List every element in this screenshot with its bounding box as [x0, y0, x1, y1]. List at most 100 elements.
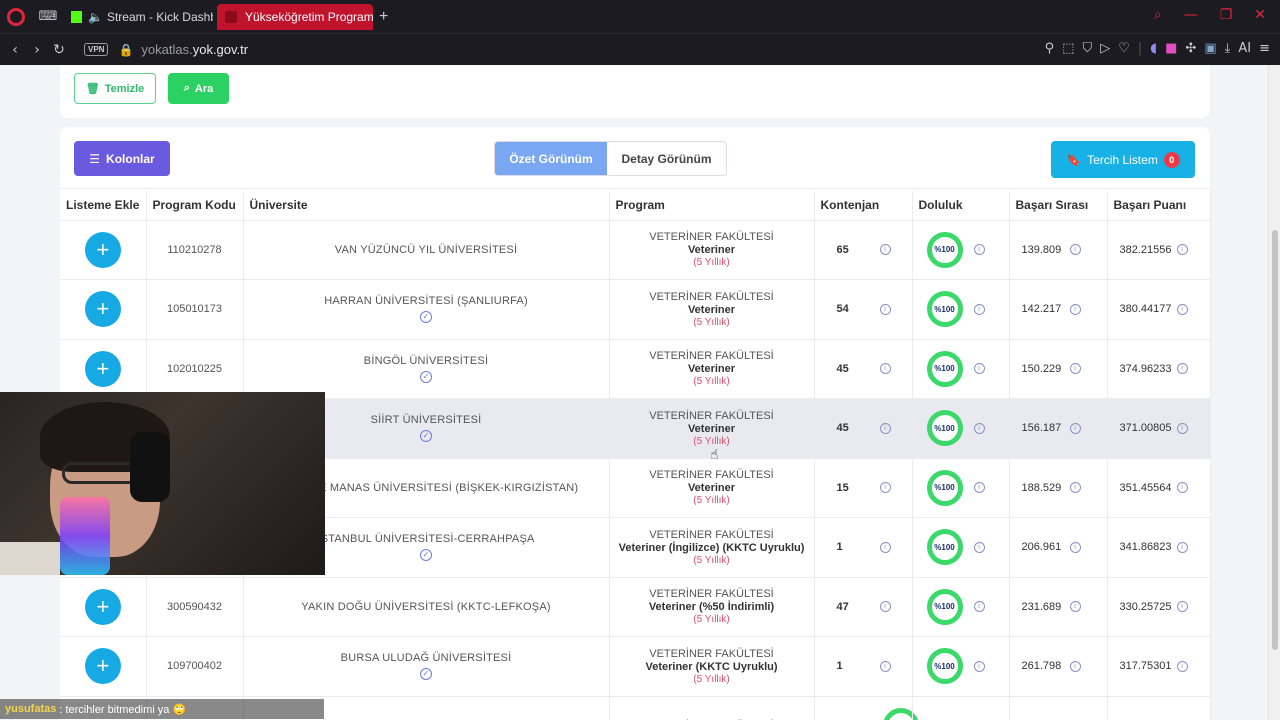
reload-icon[interactable]: ↻ — [48, 42, 70, 58]
close-icon[interactable]: ✕ — [1254, 7, 1266, 23]
faculty-name: VETERİNER FAKÜLTESİ — [649, 647, 774, 660]
forward-icon[interactable]: › — [26, 42, 48, 58]
kick-logo-icon — [71, 10, 82, 23]
column-header[interactable]: Üniversite — [243, 191, 610, 220]
info-icon[interactable]: i — [973, 422, 985, 434]
info-icon[interactable]: i — [879, 303, 891, 315]
column-header[interactable]: Başarı Sırası — [1009, 191, 1108, 220]
columns-button[interactable]: ☰ Kolonlar — [74, 141, 170, 176]
info-icon[interactable]: i — [1176, 541, 1188, 553]
table-row[interactable]: + 105010173 HARRAN ÜNİVERSİTESİ (ŞANLIUR… — [60, 279, 1211, 339]
lock-icon[interactable]: 🔒 — [118, 43, 133, 57]
search-icon[interactable]: ⌕ — [1154, 7, 1162, 23]
verified-check-icon: ✓ — [420, 311, 432, 324]
program-cell: VETERİNER FAKÜLTESİ Veteriner (5 Yıllık) — [609, 219, 815, 280]
rank-cell: 206.961 i — [1009, 517, 1108, 577]
info-icon[interactable]: i — [973, 660, 985, 672]
back-icon[interactable]: ‹ — [4, 42, 26, 58]
vpn-badge[interactable]: VPN — [84, 43, 109, 56]
tab-yok-atlas[interactable]: Yükseköğretim Program Atlası — [217, 3, 373, 30]
column-header[interactable]: Listeme Ekle — [60, 191, 147, 220]
snapshot-icon[interactable]: ⬚ — [1062, 41, 1074, 56]
pin-icon[interactable]: ⚲ — [1045, 41, 1055, 56]
quota-value: 65 — [836, 243, 849, 256]
info-icon[interactable]: i — [1176, 660, 1188, 672]
info-icon[interactable]: i — [1069, 541, 1081, 553]
success-score: 317.75301 — [1119, 660, 1172, 673]
info-icon[interactable]: i — [1176, 601, 1188, 613]
success-rank: 231.689 — [1021, 600, 1062, 613]
info-icon[interactable]: i — [1176, 482, 1188, 494]
maximize-icon[interactable]: ❐ — [1220, 7, 1233, 23]
info-icon[interactable]: i — [879, 363, 891, 375]
table-row[interactable]: + 300590432 YAKIN DOĞU ÜNİVERSİTESİ (KKT… — [60, 576, 1211, 637]
info-icon[interactable]: i — [973, 601, 985, 613]
info-icon[interactable]: i — [879, 601, 891, 613]
add-to-list-button[interactable]: + — [84, 231, 121, 268]
window-controls: ⌕ — ❐ ✕ — [1154, 7, 1266, 23]
info-icon[interactable]: i — [973, 244, 985, 256]
extension-pink-icon[interactable]: ■ — [1165, 41, 1177, 56]
shield-icon[interactable]: ⛉ — [1082, 41, 1092, 56]
clear-button[interactable]: 🗑 Temizle — [74, 73, 156, 104]
column-header[interactable]: Başarı Puanı — [1107, 191, 1211, 220]
info-icon[interactable]: i — [1176, 244, 1188, 256]
add-to-list-button[interactable]: + — [84, 648, 121, 685]
info-icon[interactable]: i — [973, 482, 985, 494]
new-tab-icon[interactable]: + — [379, 8, 388, 26]
detail-view-button[interactable]: Detay Görünüm — [607, 142, 726, 175]
verified-check-icon: ✓ — [420, 370, 432, 383]
info-icon[interactable]: i — [879, 482, 891, 494]
download-icon[interactable]: ⤓ — [1225, 41, 1231, 56]
add-cell: + — [60, 279, 147, 339]
info-icon[interactable]: i — [1176, 303, 1188, 315]
info-icon[interactable]: i — [1069, 422, 1081, 434]
info-icon[interactable]: i — [879, 422, 891, 434]
heart-icon[interactable]: ♡ — [1118, 41, 1130, 56]
tab-kick-dashboard[interactable]: 🔈 Stream - Kick Dashboard — [63, 4, 213, 30]
info-icon[interactable]: i — [1069, 363, 1081, 375]
table-row[interactable]: + 102010225 BİNGÖL ÜNİVERSİTESİ ✓ VETERİ… — [60, 338, 1211, 399]
table-row[interactable]: + 110210278 VAN YÜZÜNCÜ YIL ÜNİVERSİTESİ… — [60, 219, 1211, 280]
column-header[interactable]: Program — [609, 191, 815, 220]
score-cell: 341.86823 i — [1107, 517, 1211, 577]
audio-icon[interactable]: ◖ — [1150, 41, 1157, 56]
info-icon[interactable]: i — [879, 660, 891, 672]
opera-logo-icon[interactable] — [7, 7, 25, 26]
info-icon[interactable]: i — [1069, 244, 1081, 256]
page-scrollbar[interactable] — [1268, 65, 1280, 720]
info-icon[interactable]: i — [879, 541, 891, 553]
column-header[interactable]: Doluluk — [912, 191, 1010, 220]
ai-icon[interactable]: AI — [1238, 41, 1251, 56]
url-field[interactable]: yokatlas.yok.gov.tr — [141, 42, 248, 57]
table-row[interactable]: + 109700402 BURSA ULUDAĞ ÜNİVERSİTESİ ✓ … — [60, 636, 1211, 696]
info-icon[interactable]: i — [1176, 363, 1188, 375]
menu-icon[interactable]: ≡ — [1259, 41, 1270, 56]
info-icon[interactable]: i — [1069, 660, 1081, 672]
profile-thumbnail-icon[interactable]: ▣ — [1204, 41, 1216, 56]
column-header[interactable]: Kontenjan — [814, 191, 913, 220]
info-icon[interactable]: i — [1176, 422, 1188, 434]
favorites-list-button[interactable]: 🔖 Tercih Listem 0 — [1051, 141, 1195, 178]
play-icon[interactable]: ▷ — [1100, 41, 1110, 56]
quota-cell: 45 i — [814, 398, 913, 458]
search-button[interactable]: ⌕ Ara — [168, 73, 229, 104]
add-to-list-button[interactable]: + — [84, 291, 121, 328]
info-icon[interactable]: i — [1069, 482, 1081, 494]
add-to-list-button[interactable]: + — [84, 350, 121, 387]
gamepad-icon[interactable]: ⌨ — [37, 9, 59, 24]
minimize-icon[interactable]: — — [1184, 7, 1198, 23]
info-icon[interactable]: i — [879, 244, 891, 256]
program-code: 300590432 — [146, 576, 244, 637]
column-header[interactable]: Program Kodu — [146, 191, 244, 220]
add-to-list-button[interactable]: + — [84, 588, 121, 625]
puzzle-icon[interactable]: ✣ — [1185, 41, 1196, 56]
summary-view-button[interactable]: Özet Görünüm — [495, 142, 607, 175]
info-icon[interactable]: i — [973, 541, 985, 553]
info-icon[interactable]: i — [973, 303, 985, 315]
info-icon[interactable]: i — [1069, 601, 1081, 613]
info-icon[interactable]: i — [973, 363, 985, 375]
score-cell: 351.45564 i — [1107, 457, 1211, 518]
scrollbar-thumb[interactable] — [1272, 230, 1278, 650]
info-icon[interactable]: i — [1069, 303, 1081, 315]
